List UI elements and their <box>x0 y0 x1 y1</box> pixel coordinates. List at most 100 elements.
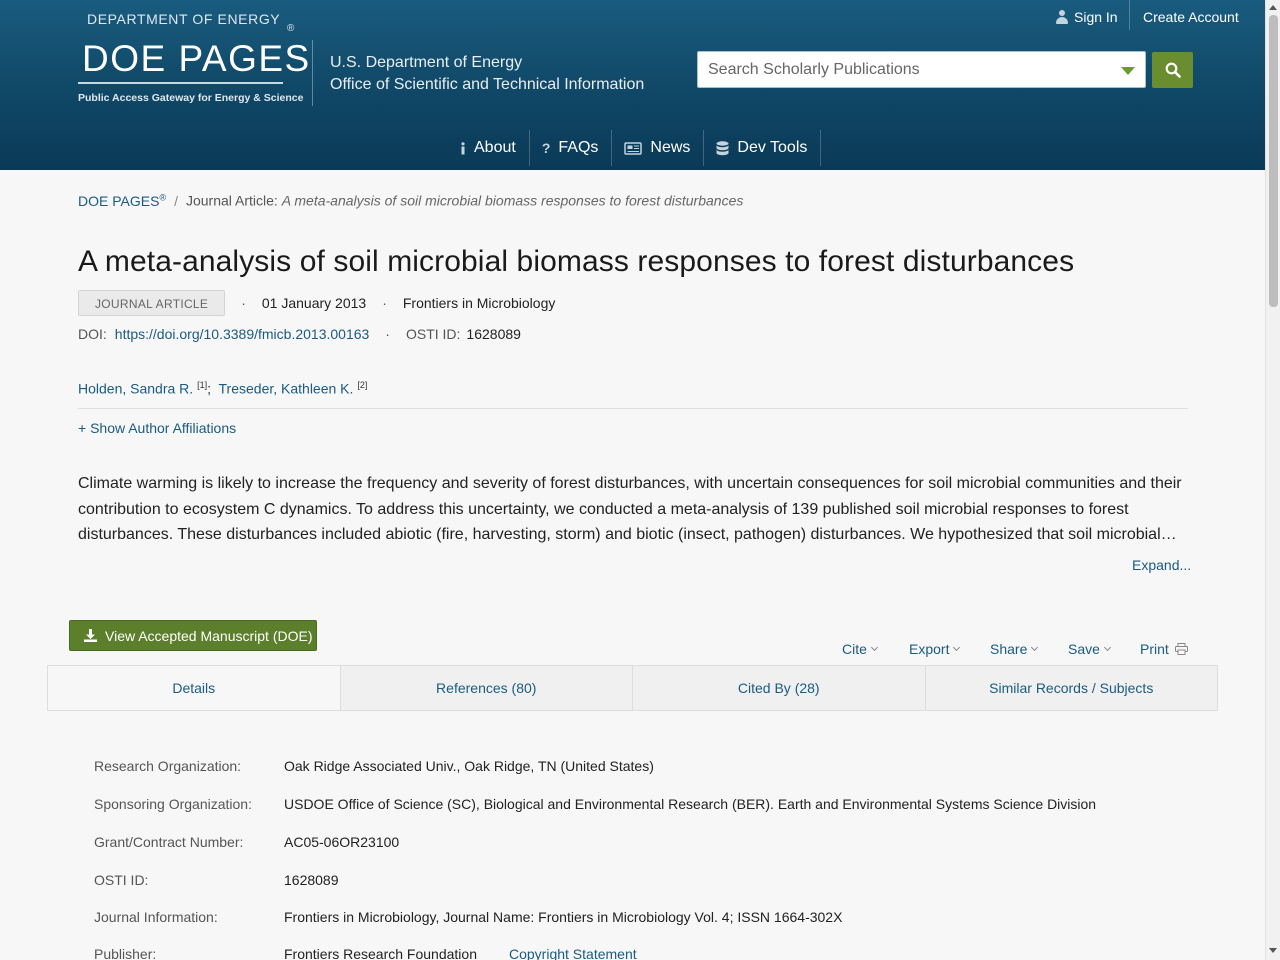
author-affiliation-ref: [2] <box>357 380 368 390</box>
detail-value: Oak Ridge Associated Univ., Oak Ridge, T… <box>284 758 654 774</box>
abstract-text: Climate warming is likely to increase th… <box>78 475 1182 543</box>
detail-key: Publisher: <box>94 946 157 960</box>
detail-row: Journal Information: Frontiers in Microb… <box>94 909 842 929</box>
detail-row: Research Organization: Oak Ridge Associa… <box>94 758 654 778</box>
view-manuscript-button[interactable]: View Accepted Manuscript (DOE) <box>69 620 317 651</box>
view-manuscript-label: View Accepted Manuscript (DOE) <box>105 627 313 644</box>
nav-dev-tools[interactable]: Dev Tools <box>704 130 822 166</box>
author-link[interactable]: Treseder, Kathleen K. <box>219 381 354 397</box>
nav-news[interactable]: News <box>612 130 705 166</box>
scroll-up-arrow-icon[interactable] <box>1269 5 1277 10</box>
print-button[interactable]: Print <box>1140 641 1188 657</box>
logo-rule <box>78 82 283 84</box>
doi-link[interactable]: https://doi.org/10.3389/fmicb.2013.00163 <box>115 326 370 342</box>
detail-row: Publisher: Frontiers Research Foundation… <box>94 946 637 960</box>
export-dropdown[interactable]: Export <box>909 641 961 657</box>
author-affiliation-ref: [1] <box>197 380 208 390</box>
copyright-statement-link[interactable]: Copyright Statement <box>509 946 637 960</box>
agency-line-2: Office of Scientific and Technical Infor… <box>330 76 645 93</box>
search-box <box>697 51 1146 88</box>
author-divider <box>78 408 1188 409</box>
detail-row: OSTI ID: 1628089 <box>94 872 339 892</box>
breadcrumb-current-title: A meta-analysis of soil microbial biomas… <box>281 192 744 209</box>
scroll-thumb[interactable] <box>1269 15 1278 307</box>
doi-label: DOI: <box>78 326 107 342</box>
tab-cited-by[interactable]: Cited By (28) <box>633 666 926 710</box>
logo-tagline: Public Access Gateway for Energy & Scien… <box>78 92 304 104</box>
chevron-down-icon <box>1031 643 1039 651</box>
detail-key: Grant/Contract Number: <box>94 834 244 850</box>
tab-references[interactable]: References (80) <box>341 666 633 710</box>
main-nav: About ? FAQs News Dev Tools <box>448 130 822 170</box>
detail-key: Journal Information: <box>94 909 218 925</box>
expand-abstract-link[interactable]: Expand... <box>1132 557 1191 573</box>
detail-row: Grant/Contract Number: AC05-06OR23100 <box>94 834 399 854</box>
save-dropdown[interactable]: Save <box>1068 641 1111 657</box>
user-icon <box>1056 10 1068 24</box>
doe-pages-logo[interactable]: DEPARTMENT OF ENERGY ® DOE PAGES Public … <box>78 10 309 106</box>
agency-name[interactable]: U.S. Department of Energy Office of Scie… <box>330 52 644 96</box>
author-list: Holden, Sandra R. [1]; Treseder, Kathlee… <box>78 380 368 397</box>
meta-dot: · <box>241 295 246 311</box>
search-dropdown-caret-icon[interactable] <box>1121 67 1135 75</box>
nav-dev-tools-label: Dev Tools <box>737 139 808 156</box>
search-button[interactable] <box>1152 52 1193 88</box>
detail-row: Sponsoring Organization: USDOE Office of… <box>94 796 1096 816</box>
logo-name: DOE PAGES <box>82 38 311 79</box>
osti-label: OSTI ID: <box>405 326 461 342</box>
meta-dot: · <box>385 326 390 342</box>
nav-news-label: News <box>650 139 691 156</box>
search-icon <box>1165 62 1181 78</box>
detail-value: AC05-06OR23100 <box>284 834 400 850</box>
detail-value: 1628089 <box>284 872 339 888</box>
author-link[interactable]: Holden, Sandra R. <box>78 381 193 397</box>
share-dropdown[interactable]: Share <box>990 641 1039 657</box>
nav-about[interactable]: About <box>448 130 530 166</box>
download-icon <box>84 629 97 642</box>
newspaper-icon <box>624 141 643 155</box>
show-author-affiliations-link[interactable]: + Show Author Affiliations <box>78 420 236 436</box>
meta-dot: · <box>382 295 387 311</box>
search-input[interactable] <box>698 52 1098 87</box>
account-divider <box>1129 0 1130 30</box>
create-account-link[interactable]: Create Account <box>1143 6 1239 28</box>
breadcrumb-current-prefix: Journal Article: <box>185 192 278 209</box>
osti-id-value: 1628089 <box>466 326 521 342</box>
info-icon <box>460 141 466 155</box>
article-date: 01 January 2013 <box>261 295 367 311</box>
nav-faqs-label: FAQs <box>558 139 599 156</box>
chevron-down-icon <box>953 643 961 651</box>
article-meta: JOURNAL ARTICLE · 01 January 2013 · Fron… <box>78 290 555 316</box>
article-journal: Frontiers in Microbiology <box>402 295 556 311</box>
tab-details[interactable]: Details <box>48 666 341 710</box>
sign-in-label: Sign In <box>1074 9 1118 25</box>
detail-key: OSTI ID: <box>94 872 149 888</box>
nav-about-label: About <box>474 139 516 156</box>
detail-value: Frontiers in Microbiology, Journal Name:… <box>284 909 843 925</box>
breadcrumb: DOE PAGES® / Journal Article: A meta-analy… <box>78 192 743 209</box>
question-icon: ? <box>541 140 551 156</box>
detail-value: USDOE Office of Science (SC), Biological… <box>284 796 1097 812</box>
cite-dropdown[interactable]: Cite <box>842 641 878 657</box>
detail-value: Frontiers Research Foundation Copyright S… <box>284 946 637 960</box>
tab-similar-records[interactable]: Similar Records / Subjects <box>926 666 1218 710</box>
printer-icon <box>1174 643 1188 655</box>
article-type-badge: JOURNAL ARTICLE <box>78 290 226 316</box>
chevron-down-icon <box>1103 643 1111 651</box>
detail-key: Sponsoring Organization: <box>94 796 252 812</box>
page-scrollbar[interactable] <box>1265 0 1280 960</box>
sign-in-link[interactable]: Sign In <box>1056 6 1118 28</box>
scroll-down-arrow-icon[interactable] <box>1269 948 1277 953</box>
detail-tabs: Details References (80) Cited By (28) Si… <box>47 665 1218 711</box>
nav-faqs[interactable]: ? FAQs <box>530 130 613 166</box>
logo-registered-mark: ® <box>287 23 295 34</box>
breadcrumb-home[interactable]: DOE PAGES® <box>78 192 166 209</box>
detail-key: Research Organization: <box>94 758 242 774</box>
chevron-down-icon <box>870 643 878 651</box>
header-divider <box>312 40 313 106</box>
breadcrumb-separator: / <box>174 192 178 209</box>
database-icon <box>716 140 729 156</box>
page-title: A meta-analysis of soil microbial biomas… <box>78 245 1075 278</box>
doi-row: DOI: https://doi.org/10.3389/fmicb.2013.0… <box>78 326 521 342</box>
logo-department: DEPARTMENT OF ENERGY <box>87 11 281 27</box>
